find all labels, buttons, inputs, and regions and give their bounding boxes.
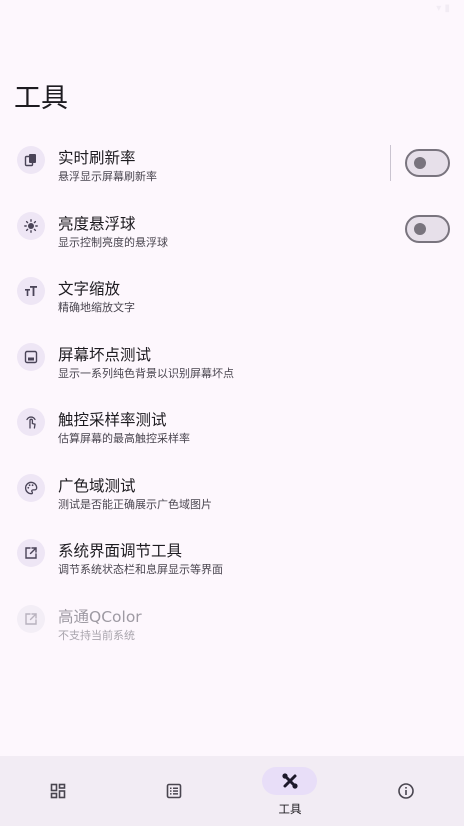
open-external-icon	[17, 604, 45, 633]
tool-qcolor: 高通QColor 不支持当前系统	[0, 589, 464, 655]
tool-text-scale[interactable]: 文字缩放 精确地缩放文字	[0, 261, 464, 327]
nav-list[interactable]	[116, 756, 232, 826]
touch-icon	[17, 408, 45, 436]
tool-description: 显示控制亮度的悬浮球	[58, 235, 168, 249]
nav-tools[interactable]: 工具	[232, 756, 348, 826]
tool-title: 屏幕坏点测试	[58, 345, 152, 364]
dashboard-icon	[49, 782, 67, 800]
tool-title: 实时刷新率	[58, 149, 136, 167]
tool-description: 精确地缩放文字	[58, 301, 135, 314]
divider	[390, 145, 391, 181]
nav-about[interactable]	[348, 756, 464, 826]
tool-system-ui-tuner[interactable]: 系统界面调节工具 调节系统状态栏和息屏显示等界面	[0, 523, 464, 589]
nav-dashboard[interactable]	[0, 756, 116, 826]
tool-title: 广色域测试	[58, 476, 136, 495]
bottom-navigation: 工具	[0, 756, 464, 826]
tool-title: 亮度悬浮球	[58, 214, 136, 233]
tool-title: 文字缩放	[58, 280, 121, 298]
copy-icon	[17, 146, 45, 174]
tool-description: 测试是否能正确展示广色域图片	[58, 497, 212, 511]
tool-brightness-ball[interactable]: 亮度悬浮球 显示控制亮度的悬浮球	[0, 196, 464, 262]
tool-title: 系统界面调节工具	[58, 542, 183, 560]
tool-refresh-rate[interactable]: 实时刷新率 悬浮显示屏幕刷新率	[0, 130, 464, 196]
tools-icon	[281, 772, 299, 790]
tool-dead-pixel-test[interactable]: 屏幕坏点测试 显示一系列纯色背景以识别屏幕坏点	[0, 327, 464, 393]
tool-description: 估算屏幕的最高触控采样率	[58, 432, 190, 445]
open-external-icon	[17, 539, 45, 567]
nav-label: 工具	[278, 802, 302, 816]
toggle-knob	[414, 157, 426, 169]
tool-description: 调节系统状态栏和息屏显示等界面	[58, 563, 223, 576]
refresh-rate-toggle[interactable]	[405, 149, 450, 177]
tool-touch-sampling-test[interactable]: 触控采样率测试 估算屏幕的最高触控采样率	[0, 392, 464, 458]
tool-list: 实时刷新率 悬浮显示屏幕刷新率 亮度悬浮球 显示控制亮度的悬浮球 文字缩放 精确…	[0, 130, 464, 654]
tool-description: 悬浮显示屏幕刷新率	[58, 170, 157, 183]
page-title: 工具	[14, 83, 68, 114]
tool-title: 高通QColor	[58, 607, 142, 626]
brightness-ball-toggle[interactable]	[405, 214, 450, 243]
tool-description: 不支持当前系统	[58, 628, 135, 642]
palette-icon	[17, 473, 45, 502]
tool-title: 触控采样率测试	[58, 411, 167, 429]
tool-description: 显示一系列纯色背景以识别屏幕坏点	[58, 366, 234, 380]
status-time: 7:44	[8, 3, 33, 16]
screen-icon	[17, 342, 45, 371]
status-icons: ▾ ▮	[436, 3, 450, 14]
text-size-icon	[17, 277, 45, 305]
list-icon	[165, 782, 183, 800]
info-icon	[397, 782, 415, 800]
toggle-knob	[414, 222, 426, 235]
tool-wide-gamut-test[interactable]: 广色域测试 测试是否能正确展示广色域图片	[0, 458, 464, 524]
brightness-icon	[17, 211, 45, 240]
status-bar: 7:44 ▾ ▮	[0, 0, 464, 24]
